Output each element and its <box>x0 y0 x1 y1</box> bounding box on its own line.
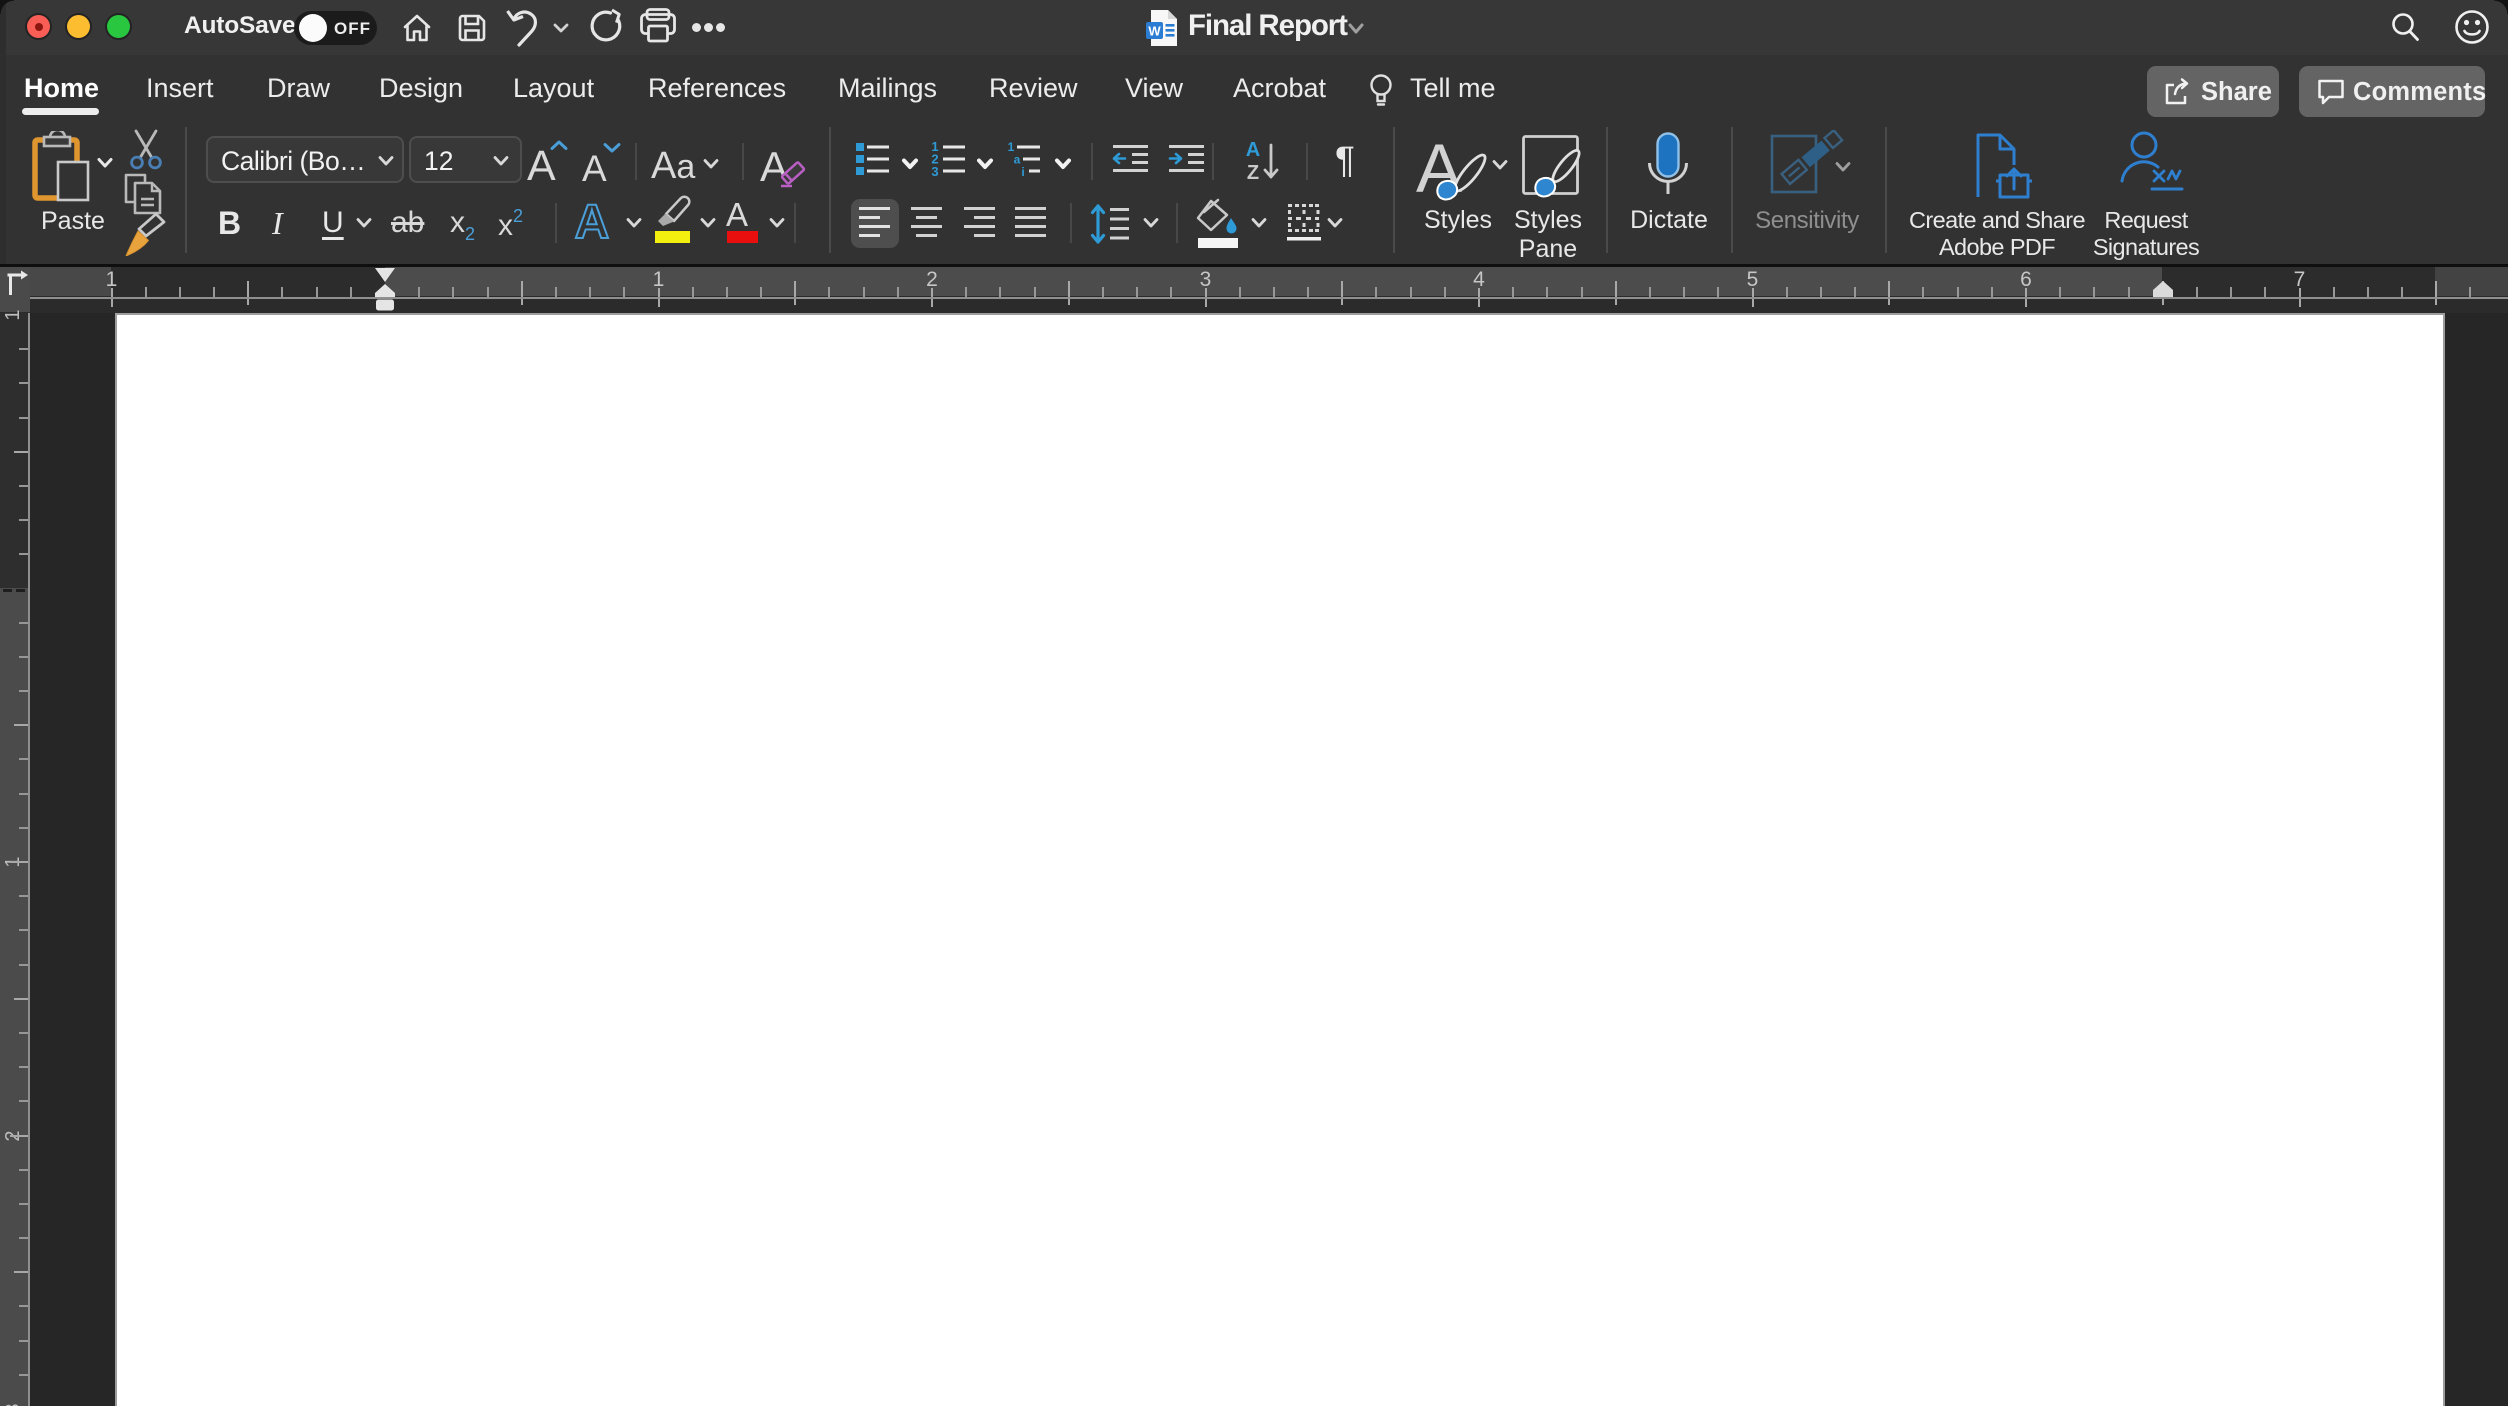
svg-text:i: i <box>1021 165 1024 178</box>
svg-text:W: W <box>1148 24 1161 39</box>
svg-text:a: a <box>1014 153 1021 167</box>
svg-text:A: A <box>1246 139 1260 161</box>
svg-text:Z: Z <box>1247 162 1259 184</box>
svg-text:A: A <box>575 196 610 248</box>
svg-text:3: 3 <box>931 164 938 178</box>
